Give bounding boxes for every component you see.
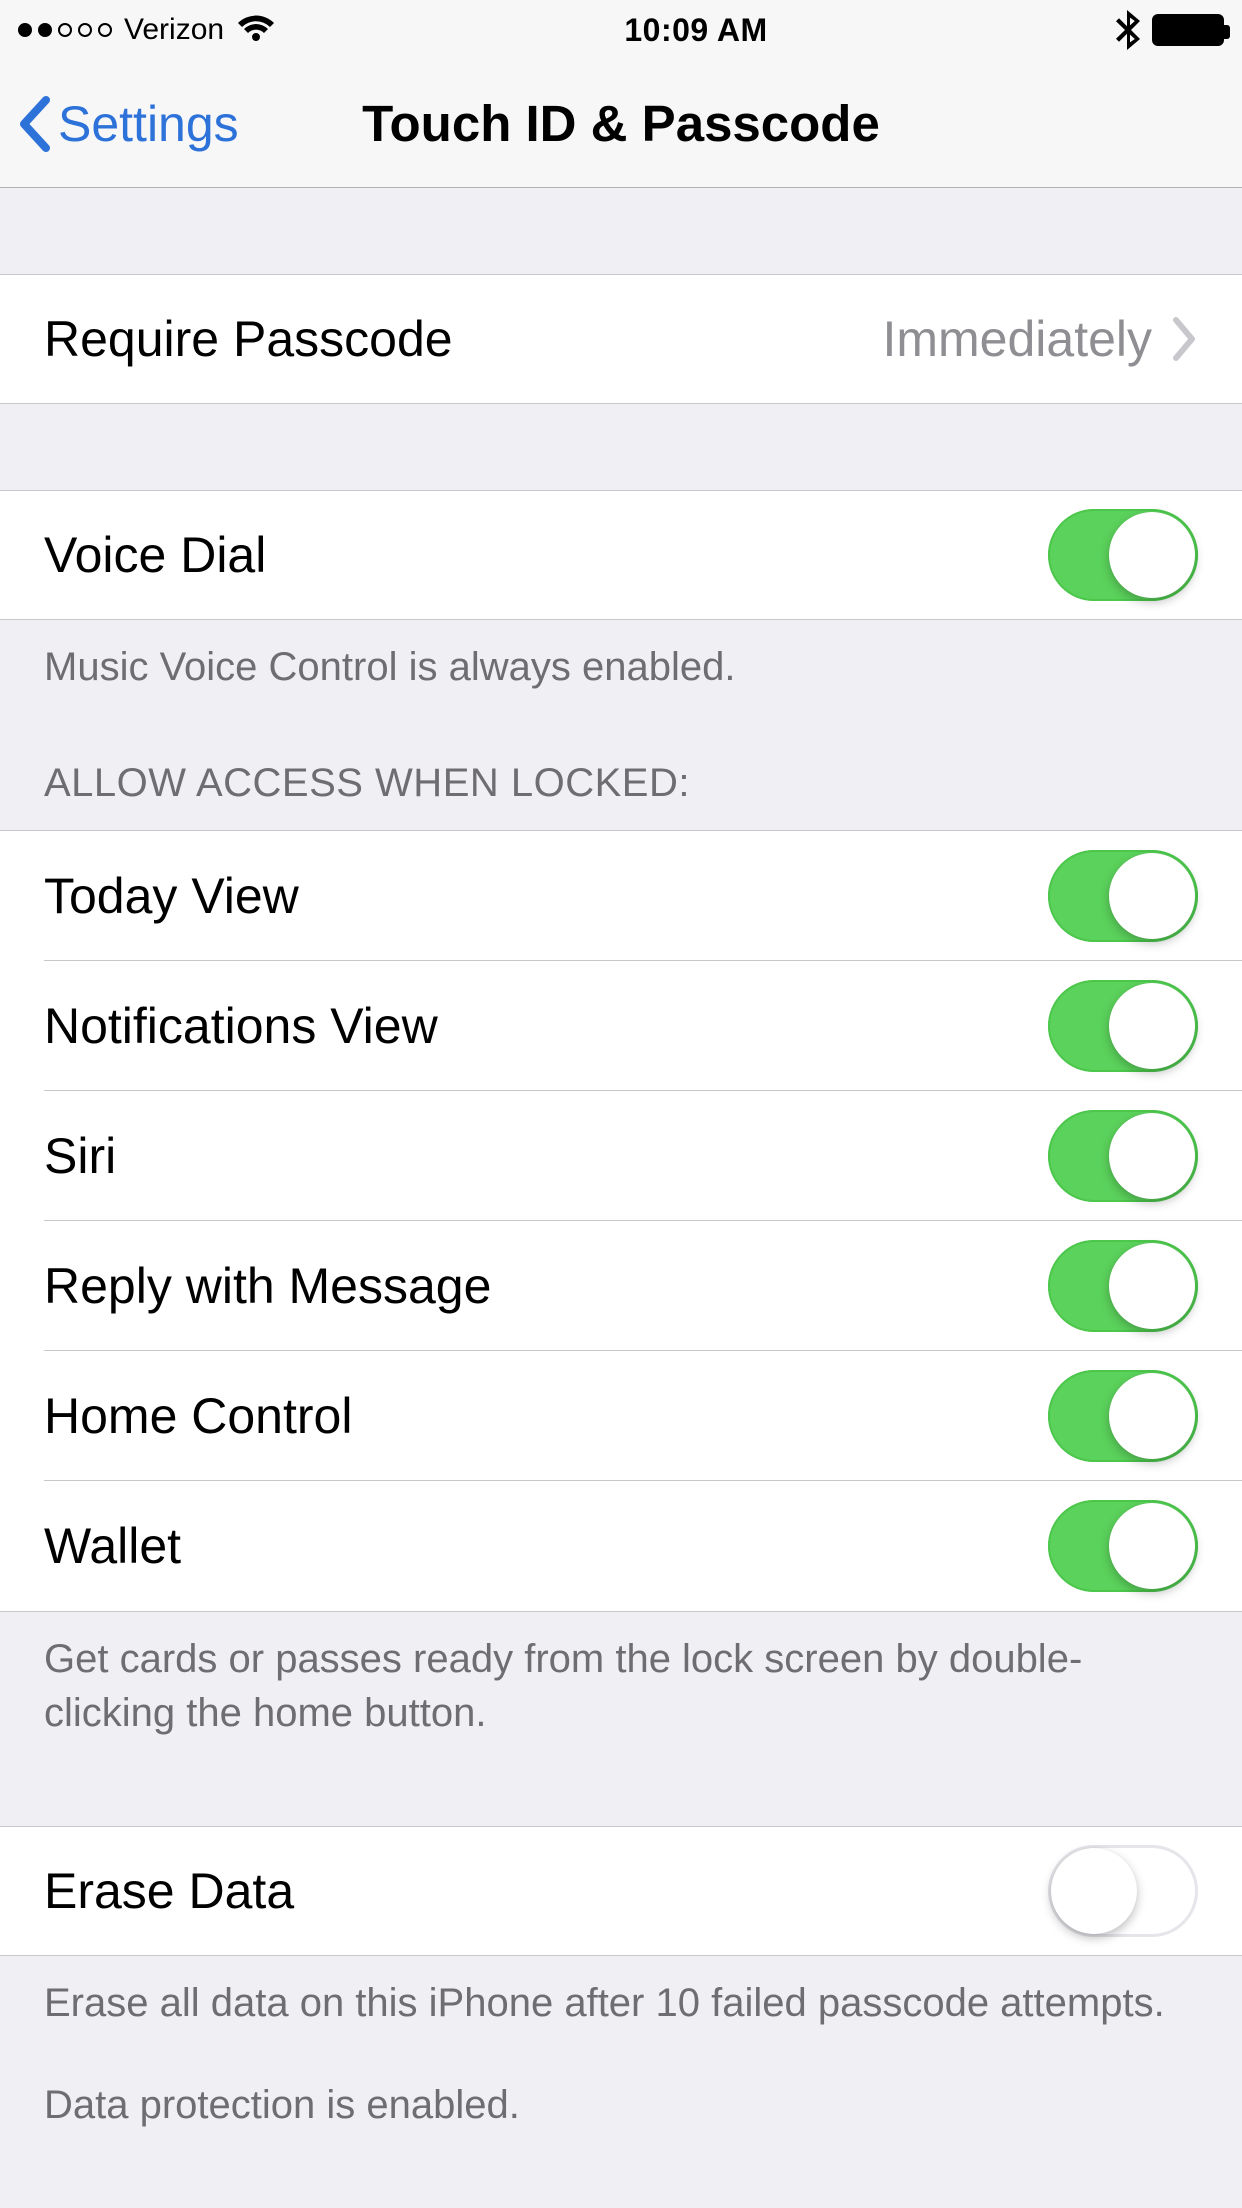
- notifications-view-toggle[interactable]: [1048, 980, 1198, 1072]
- signal-strength-icon: [18, 23, 112, 37]
- today-view-toggle[interactable]: [1048, 850, 1198, 942]
- allow-access-group: Today View Notifications View Siri Reply…: [0, 830, 1242, 1612]
- voice-dial-cell: Voice Dial: [0, 490, 1242, 620]
- today-view-cell: Today View: [0, 831, 1242, 961]
- home-control-label: Home Control: [44, 1387, 1048, 1445]
- erase-data-footer-1: Erase all data on this iPhone after 10 f…: [0, 1956, 1242, 2044]
- chevron-left-icon: [16, 94, 52, 154]
- require-passcode-value: Immediately: [882, 310, 1152, 368]
- bluetooth-icon: [1116, 10, 1140, 50]
- reply-with-message-toggle[interactable]: [1048, 1240, 1198, 1332]
- wallet-toggle[interactable]: [1048, 1500, 1198, 1592]
- chevron-right-icon: [1170, 316, 1198, 362]
- voice-dial-toggle[interactable]: [1048, 509, 1198, 601]
- allow-access-footer: Get cards or passes ready from the lock …: [0, 1612, 1242, 1754]
- erase-data-cell: Erase Data: [0, 1826, 1242, 1956]
- clock: 10:09 AM: [624, 12, 767, 49]
- erase-data-footer-2: Data protection is enabled.: [0, 2044, 1242, 2146]
- siri-label: Siri: [44, 1127, 1048, 1185]
- siri-toggle[interactable]: [1048, 1110, 1198, 1202]
- wallet-label: Wallet: [44, 1517, 1048, 1575]
- notifications-view-cell: Notifications View: [0, 961, 1242, 1091]
- require-passcode-label: Require Passcode: [44, 310, 882, 368]
- siri-cell: Siri: [0, 1091, 1242, 1221]
- erase-data-label: Erase Data: [44, 1862, 1048, 1920]
- back-button[interactable]: Settings: [0, 94, 239, 154]
- wallet-cell: Wallet: [0, 1481, 1242, 1611]
- voice-dial-footer: Music Voice Control is always enabled.: [0, 620, 1242, 708]
- home-control-cell: Home Control: [0, 1351, 1242, 1481]
- notifications-view-label: Notifications View: [44, 997, 1048, 1055]
- carrier-label: Verizon: [124, 13, 224, 47]
- require-passcode-cell[interactable]: Require Passcode Immediately: [0, 274, 1242, 404]
- reply-with-message-cell: Reply with Message: [0, 1221, 1242, 1351]
- nav-bar: Settings Touch ID & Passcode: [0, 60, 1242, 188]
- battery-icon: [1152, 14, 1224, 46]
- erase-data-toggle[interactable]: [1048, 1845, 1198, 1937]
- voice-dial-label: Voice Dial: [44, 526, 1048, 584]
- today-view-label: Today View: [44, 867, 1048, 925]
- reply-with-message-label: Reply with Message: [44, 1257, 1048, 1315]
- wifi-icon: [236, 15, 276, 45]
- allow-access-header: ALLOW ACCESS WHEN LOCKED:: [0, 708, 1242, 830]
- home-control-toggle[interactable]: [1048, 1370, 1198, 1462]
- status-bar: Verizon 10:09 AM: [0, 0, 1242, 60]
- back-label: Settings: [58, 95, 239, 153]
